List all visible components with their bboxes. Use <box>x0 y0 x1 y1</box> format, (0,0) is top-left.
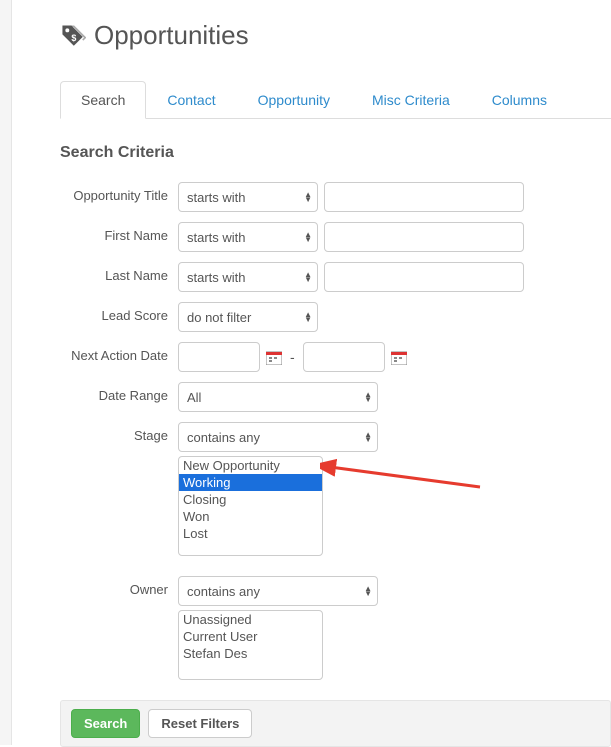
opportunity-title-operator[interactable]: starts with <box>178 182 318 212</box>
list-item[interactable]: New Opportunity <box>179 457 322 474</box>
tab-columns[interactable]: Columns <box>471 81 568 119</box>
tab-misc-criteria[interactable]: Misc Criteria <box>351 81 471 119</box>
next-action-date-from[interactable] <box>178 342 260 372</box>
next-action-date-to[interactable] <box>303 342 385 372</box>
last-name-label: Last Name <box>60 262 178 283</box>
owner-listbox[interactable]: Unassigned Current User Stefan Des <box>178 610 323 680</box>
last-name-input[interactable] <box>324 262 524 292</box>
page-title: Opportunities <box>94 20 249 51</box>
date-range-label: Date Range <box>60 382 178 403</box>
owner-label: Owner <box>60 576 178 597</box>
lead-score-operator[interactable]: do not filter <box>178 302 318 332</box>
date-range-select[interactable]: All <box>178 382 378 412</box>
opportunity-title-input[interactable] <box>324 182 524 212</box>
owner-operator[interactable]: contains any <box>178 576 378 606</box>
lead-score-label: Lead Score <box>60 302 178 323</box>
next-action-date-label: Next Action Date <box>60 342 178 363</box>
last-name-operator[interactable]: starts with <box>178 262 318 292</box>
search-button[interactable]: Search <box>71 709 140 738</box>
stage-label: Stage <box>60 422 178 443</box>
tab-opportunity[interactable]: Opportunity <box>237 81 351 119</box>
page-header: $ Opportunities <box>60 20 611 51</box>
list-item[interactable]: Unassigned <box>179 611 322 628</box>
list-item[interactable]: Stefan Des <box>179 645 322 662</box>
section-title: Search Criteria <box>60 144 611 162</box>
list-item[interactable]: Current User <box>179 628 322 645</box>
stage-listbox[interactable]: New Opportunity Working Closing Won Lost <box>178 456 323 556</box>
list-item[interactable]: Lost <box>179 525 322 542</box>
first-name-input[interactable] <box>324 222 524 252</box>
list-item[interactable]: Won <box>179 508 322 525</box>
footer-bar: Search Reset Filters <box>60 700 611 747</box>
price-tag-icon: $ <box>60 23 86 49</box>
first-name-operator[interactable]: starts with <box>178 222 318 252</box>
tabs: Search Contact Opportunity Misc Criteria… <box>60 81 611 119</box>
opportunity-title-label: Opportunity Title <box>60 182 178 203</box>
list-item[interactable]: Closing <box>179 491 322 508</box>
stage-operator[interactable]: contains any <box>178 422 378 452</box>
list-item[interactable]: Working <box>179 474 322 491</box>
reset-filters-button[interactable]: Reset Filters <box>148 709 252 738</box>
calendar-icon[interactable] <box>266 350 282 365</box>
tab-contact[interactable]: Contact <box>146 81 236 119</box>
svg-text:$: $ <box>71 32 76 42</box>
first-name-label: First Name <box>60 222 178 243</box>
tab-search[interactable]: Search <box>60 81 146 119</box>
calendar-icon[interactable] <box>391 350 407 365</box>
date-range-separator: - <box>288 349 297 365</box>
